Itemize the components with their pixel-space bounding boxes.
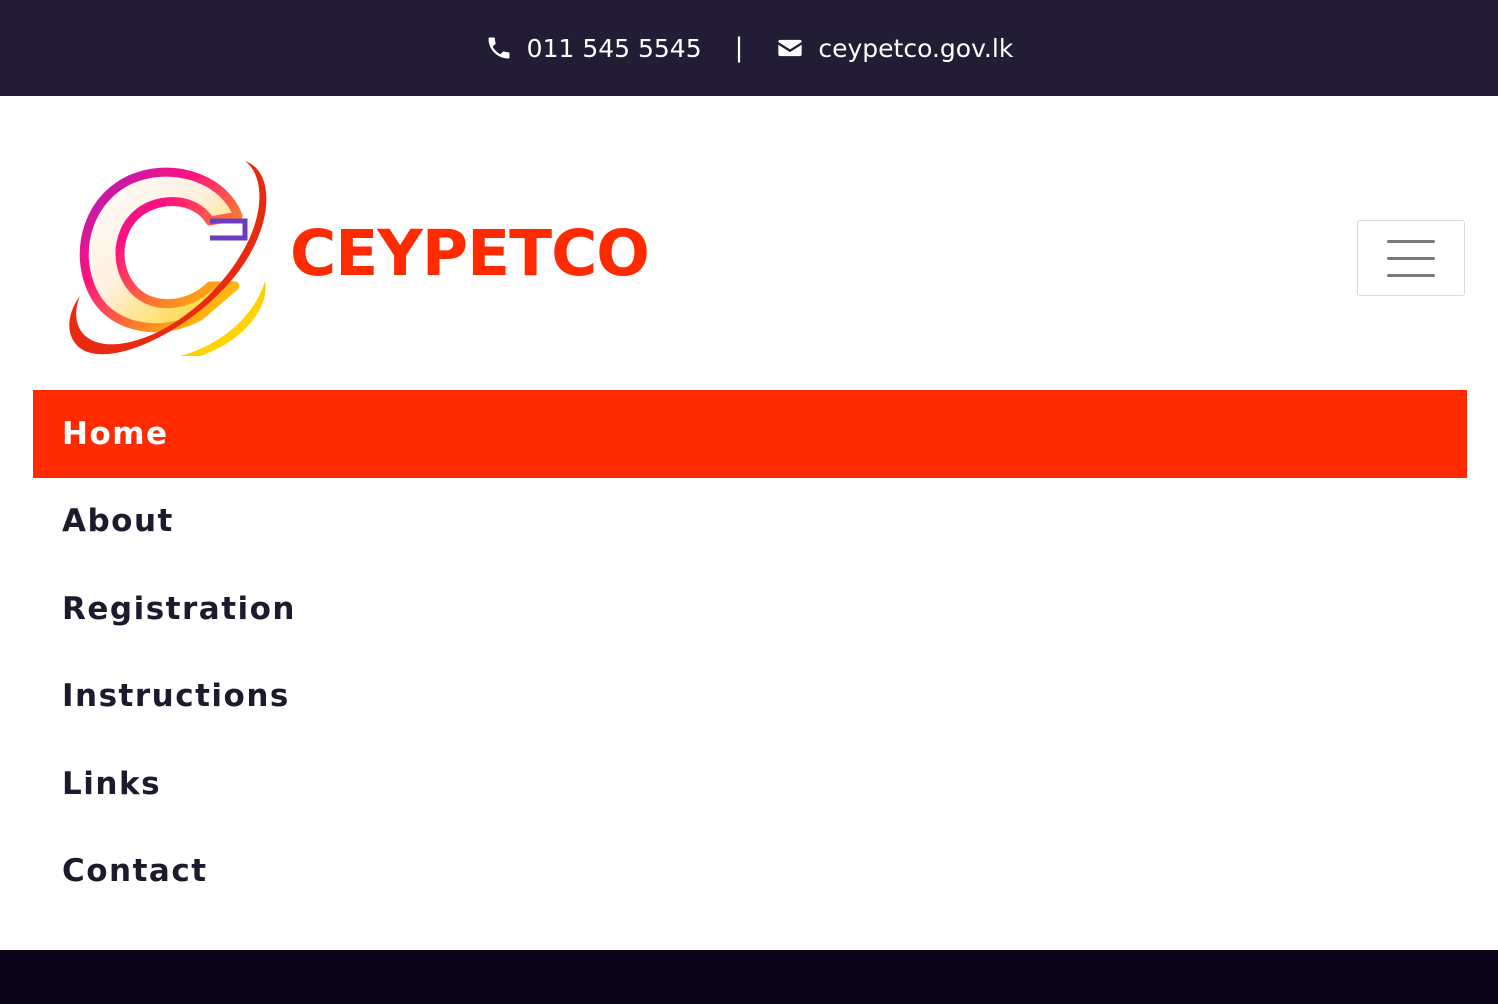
phone-icon [485,34,513,62]
email-contact[interactable]: ceypetco.gov.lk [776,34,1013,63]
page-footer-strip [0,950,1498,1004]
hamburger-icon-line [1387,256,1435,260]
email-address: ceypetco.gov.lk [818,33,1014,63]
nav-item-contact[interactable]: Contact [33,828,1467,916]
site-header: CEYPETCO [0,96,1498,390]
nav-item-registration[interactable]: Registration [33,565,1467,653]
nav-item-about[interactable]: About [33,478,1467,566]
hamburger-icon [1387,239,1435,243]
envelope-icon [776,34,804,62]
menu-toggle-button[interactable] [1357,220,1465,296]
nav-item-links[interactable]: Links [33,740,1467,828]
hamburger-icon-line [1387,273,1435,277]
nav-item-instructions[interactable]: Instructions [33,653,1467,741]
main-nav: Home About Registration Instructions Lin… [33,390,1467,915]
brand-name[interactable]: CEYPETCO [290,214,650,294]
top-contact-bar: 011 545 5545 | ceypetco.gov.lk [0,0,1498,96]
nav-item-home[interactable]: Home [33,390,1467,478]
contact-separator: | [734,33,744,63]
ceypetco-logo[interactable] [60,156,280,371]
phone-contact[interactable]: 011 545 5545 [485,34,702,63]
phone-number: 011 545 5545 [526,33,702,63]
